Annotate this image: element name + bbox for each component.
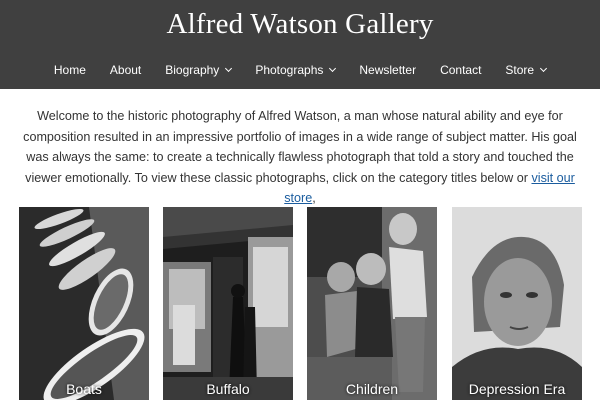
nav-biography-label: Biography [165, 63, 220, 77]
nav-biography[interactable]: Biography [153, 62, 243, 78]
depression-era-photo [452, 207, 582, 400]
category-label-boats[interactable]: Boats [19, 381, 149, 397]
nav-contact-label: Contact [440, 63, 482, 77]
nav-photographs-label: Photographs [255, 63, 324, 77]
nav-about[interactable]: About [98, 62, 153, 78]
nav-contact[interactable]: Contact [428, 62, 493, 78]
category-label-buffalo[interactable]: Buffalo [163, 381, 293, 397]
nav-newsletter-label: Newsletter [359, 63, 417, 77]
nav-home[interactable]: Home [42, 62, 98, 78]
site-title[interactable]: Alfred Watson Gallery [0, 8, 600, 41]
nav-about-label: About [109, 63, 142, 77]
buffalo-photo [163, 207, 293, 400]
nav-newsletter[interactable]: Newsletter [347, 62, 428, 78]
category-card-children[interactable]: Children [307, 207, 437, 400]
intro-trailing: , [312, 191, 316, 205]
children-photo [307, 207, 437, 400]
main-nav: Home About Biography Photographs Newslet… [0, 62, 600, 78]
category-label-children[interactable]: Children [307, 381, 437, 397]
nav-photographs[interactable]: Photographs [243, 62, 347, 78]
chevron-down-icon [225, 64, 233, 73]
category-card-depression-era[interactable]: Depression Era [452, 207, 582, 400]
intro-paragraph: Welcome to the historic photography of A… [14, 106, 586, 209]
site-header: Alfred Watson Gallery Home About Biograp… [0, 0, 600, 89]
nav-home-label: Home [53, 63, 86, 77]
chevron-down-icon [329, 64, 337, 73]
nav-store-label: Store [505, 63, 535, 77]
category-label-depression-era[interactable]: Depression Era [452, 381, 582, 397]
intro-text: Welcome to the historic photography of A… [23, 109, 577, 185]
chevron-down-icon [540, 64, 548, 73]
boats-photo [19, 207, 149, 400]
category-card-buffalo[interactable]: Buffalo [163, 207, 293, 400]
nav-store[interactable]: Store [493, 62, 558, 78]
category-card-boats[interactable]: Boats [19, 207, 149, 400]
